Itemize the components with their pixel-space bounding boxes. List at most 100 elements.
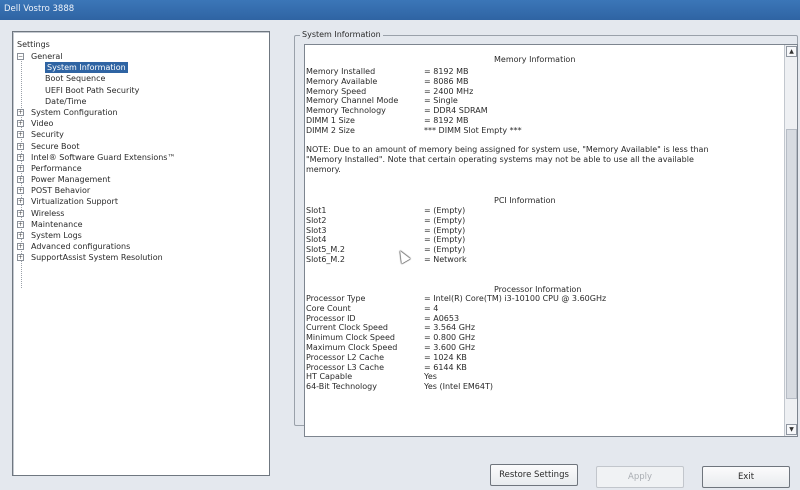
tree-item-label: Virtualization Support (31, 197, 118, 207)
expand-icon[interactable]: + (17, 164, 24, 172)
info-value: = Network (424, 255, 467, 264)
info-value: = 3.564 GHz (424, 323, 476, 333)
info-value: = 8192 MB (424, 116, 469, 125)
tree-item-supportassist-system-resolution[interactable]: + SupportAssist System Resolution (13, 252, 263, 263)
info-key: Memory Technology (306, 106, 386, 116)
info-value: = 2400 MHz (424, 86, 474, 96)
info-key: HT Capable (306, 372, 353, 382)
tree-item-general[interactable]: − General (13, 51, 263, 62)
tree-item-label: Video (31, 119, 54, 129)
tree-item-uefi-boot-path-security[interactable]: UEFI Boot Path Security (13, 85, 263, 96)
info-value: Yes (424, 372, 437, 382)
title-bar: Dell Vostro 3888 (0, 0, 800, 20)
memory-note: NOTE: Due to an amount of memory being a… (306, 145, 709, 174)
tree-item-boot-sequence[interactable]: Boot Sequence (13, 73, 263, 84)
restore-settings-button[interactable]: Restore Settings (490, 464, 578, 486)
tree-item-label: Wireless (31, 208, 65, 218)
vertical-scrollbar[interactable]: ▲ ▼ (784, 45, 797, 436)
info-key: Processor Type (306, 294, 366, 303)
tree-item-secure-boot[interactable]: + Secure Boot (13, 141, 263, 152)
expand-icon[interactable]: + (17, 131, 24, 139)
tree-item-wireless[interactable]: + Wireless (13, 208, 263, 219)
info-key: Slot4 (306, 235, 327, 245)
expand-icon[interactable]: + (17, 243, 24, 251)
settings-tree-panel: Settings − General System Information Boot … (12, 31, 270, 476)
tree-item-video[interactable]: + Video (13, 118, 263, 129)
system-information-group: System Information Memory Information Me… (294, 30, 798, 437)
info-value: = 0.800 GHz (424, 333, 476, 343)
expand-icon[interactable]: + (17, 220, 24, 228)
tree-item-performance[interactable]: + Performance (13, 163, 263, 174)
expand-icon[interactable]: + (17, 142, 24, 150)
tree-item-date-time[interactable]: Date/Time (13, 96, 263, 107)
settings-tree: − General System Information Boot Sequence U… (13, 51, 263, 288)
info-value: = 1024 KB (424, 352, 467, 362)
info-key: DIMM 2 Size (306, 125, 355, 135)
tree-item-label: POST Behavior (31, 186, 91, 196)
tree-item-maintenance[interactable]: + Maintenance (13, 219, 263, 230)
tree-item-label: SupportAssist System Resolution (31, 253, 163, 263)
processor-information-title: Processor Information (494, 285, 582, 294)
tree-item-system-logs[interactable]: + System Logs (13, 230, 263, 241)
tree-item-power-management[interactable]: + Power Management (13, 174, 263, 185)
tree-item-label: Performance (31, 163, 82, 173)
info-key: Current Clock Speed (306, 323, 388, 333)
scroll-thumb[interactable] (786, 129, 797, 399)
tree-item-label: Security (31, 130, 64, 140)
tree-item-virtualization-support[interactable]: + Virtualization Support (13, 196, 263, 207)
memory-information-title: Memory Information (494, 55, 576, 64)
collapse-icon[interactable]: − (17, 53, 24, 60)
tree-item-label: Intel® Software Guard Extensions™ (31, 152, 176, 162)
info-key: Processor ID (306, 313, 356, 323)
expand-icon[interactable]: + (17, 153, 24, 161)
info-value: = (Empty) (424, 215, 466, 225)
info-key: Slot1 (306, 206, 327, 215)
info-value: *** DIMM Slot Empty *** (424, 125, 522, 135)
tree-item-post-behavior[interactable]: + POST Behavior (13, 185, 263, 196)
info-value: = DDR4 SDRAM (424, 106, 488, 116)
tree-item-system-configuration[interactable]: + System Configuration (13, 107, 263, 118)
expand-icon[interactable]: + (17, 120, 24, 128)
tree-root-label: Settings (17, 40, 50, 49)
tree-item-security[interactable]: + Security (13, 129, 263, 140)
tree-item-label: Boot Sequence (45, 74, 106, 84)
scroll-down-button[interactable]: ▼ (786, 424, 797, 435)
info-value: = 4 (424, 303, 439, 313)
tree-item-label: Maintenance (31, 219, 83, 229)
tree-item-label: General (31, 52, 63, 61)
tree-item-label: UEFI Boot Path Security (45, 85, 140, 95)
expand-icon[interactable]: + (17, 232, 24, 239)
expand-icon[interactable]: + (17, 108, 24, 116)
info-key: 64-Bit Technology (306, 382, 377, 392)
info-value: = 8192 MB (424, 67, 469, 76)
tree-item-label: System Logs (31, 231, 82, 240)
expand-icon[interactable]: + (17, 176, 24, 184)
info-key: Memory Installed (306, 67, 376, 76)
tree-item-advanced-configurations[interactable]: + Advanced configurations (13, 241, 263, 252)
info-value: = Single (424, 96, 458, 106)
info-value: = Intel(R) Core(TM) i3-10100 CPU @ 3.60G… (424, 294, 607, 303)
tree-item-label: Power Management (31, 175, 111, 185)
info-key: Core Count (306, 303, 351, 313)
tree-item-label: Advanced configurations (31, 242, 131, 252)
tree-item-label: Date/Time (45, 96, 87, 106)
info-key: Slot3 (306, 225, 327, 235)
info-value: = (Empty) (424, 245, 466, 255)
system-information-content: Memory Information Memory Installed = 819… (304, 44, 798, 437)
info-value: = 3.600 GHz (424, 343, 476, 352)
apply-button[interactable]: Apply (596, 466, 684, 488)
expand-icon[interactable]: + (17, 209, 24, 217)
expand-icon[interactable]: + (17, 187, 24, 195)
expand-icon[interactable]: + (17, 198, 24, 206)
tree-item-label: System Configuration (31, 107, 118, 117)
expand-icon[interactable]: + (17, 254, 24, 262)
tree-item-label: System Information (45, 62, 128, 74)
info-value: = (Empty) (424, 225, 466, 235)
tree-item-intel-software-guard-extensions[interactable]: + Intel® Software Guard Extensions™ (13, 152, 263, 163)
exit-button[interactable]: Exit (702, 466, 790, 488)
info-key: Processor L2 Cache (306, 352, 385, 362)
scroll-up-button[interactable]: ▲ (786, 46, 797, 57)
info-key: Memory Available (306, 76, 378, 86)
tree-item-system-information[interactable]: System Information (13, 62, 263, 74)
info-key: DIMM 1 Size (306, 116, 355, 125)
